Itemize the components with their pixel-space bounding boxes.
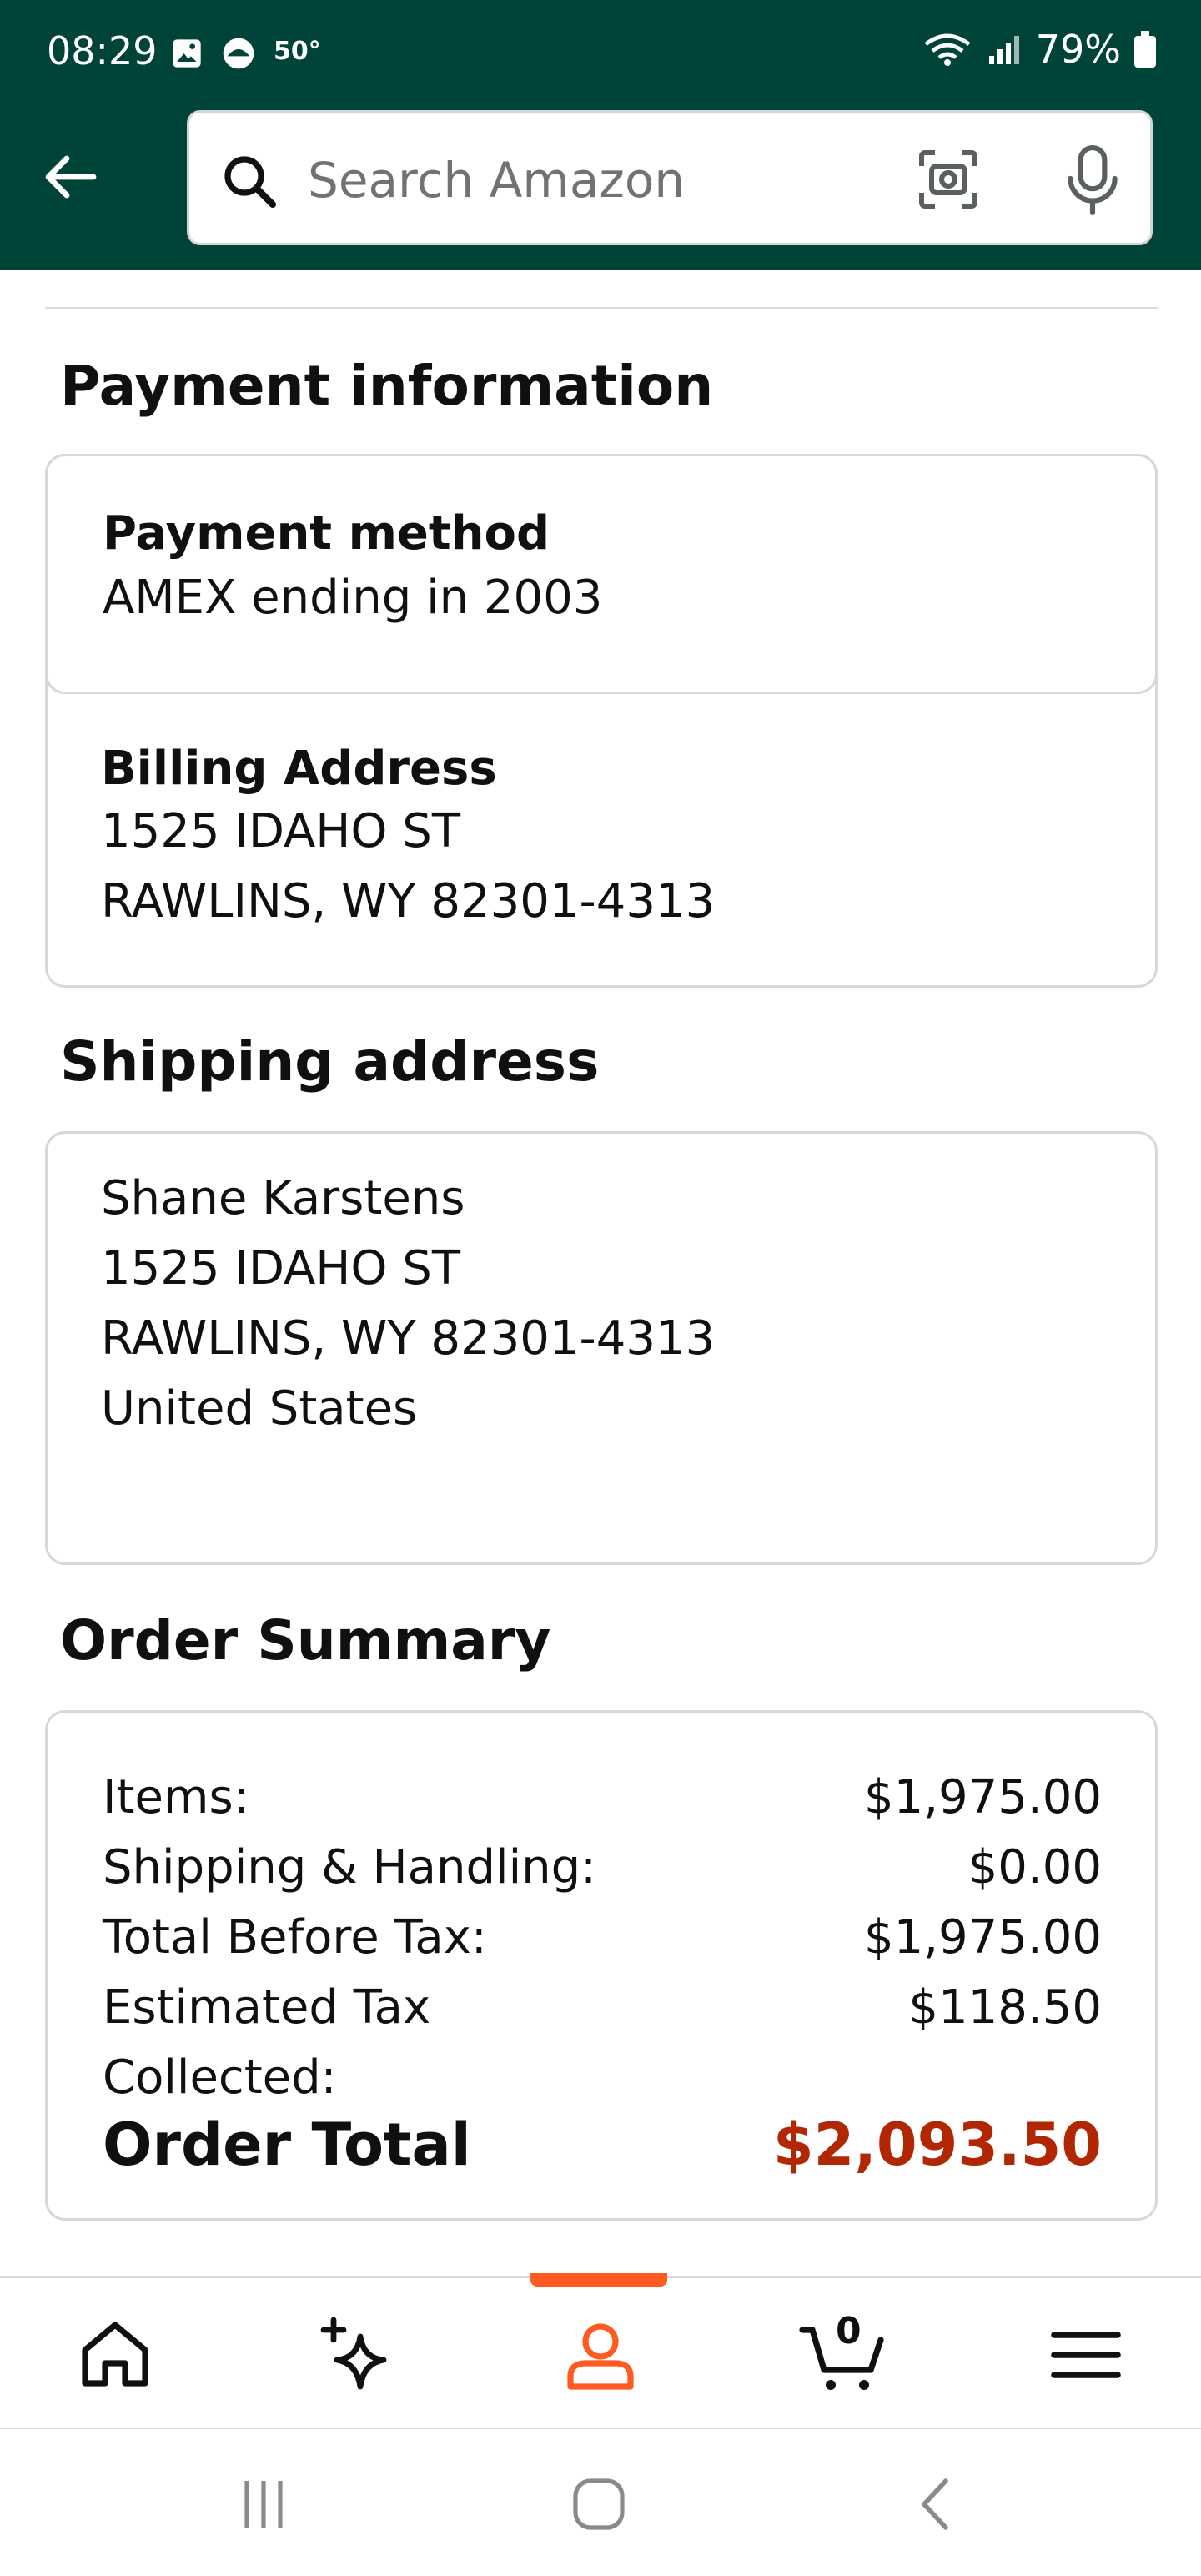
shipping-address-card: Shane Karstens 1525 IDAHO ST RAWLINS, WY… xyxy=(45,1131,1158,1565)
bottom-nav: 0 xyxy=(0,2273,1201,2428)
shipping-name: Shane Karstens xyxy=(101,1171,465,1225)
shipping-city: RAWLINS, WY 82301-4313 xyxy=(101,1311,716,1366)
status-time: 08:29 xyxy=(47,28,158,73)
summary-label: Items: xyxy=(103,1770,249,1824)
active-tab-indicator xyxy=(530,2273,667,2287)
gallery-icon xyxy=(173,39,201,68)
payment-method-value: AMEX ending in 2003 xyxy=(103,571,603,625)
weather-icon xyxy=(223,38,254,69)
search-bar[interactable] xyxy=(187,110,1153,245)
search-input[interactable] xyxy=(308,143,992,218)
summary-row: Shipping & Handling: $0.00 xyxy=(103,1833,1102,1903)
status-bar: 08:29 50° 79% xyxy=(0,0,1201,105)
summary-label: Total Before Tax: xyxy=(103,1910,487,1965)
payment-method-card[interactable]: Payment method AMEX ending in 2003 xyxy=(45,454,1158,694)
app-header: 08:29 50° 79% xyxy=(0,0,1201,270)
order-summary-card: Items: $1,975.00 Shipping & Handling: $0… xyxy=(45,1710,1158,2221)
account-icon[interactable] xyxy=(559,2313,642,2397)
microphone-icon[interactable] xyxy=(1058,144,1127,216)
shipping-country: United States xyxy=(101,1381,418,1436)
back-arrow-icon[interactable] xyxy=(37,143,103,210)
camera-scan-icon[interactable] xyxy=(915,146,982,213)
order-total-row: Order Total $2,093.50 xyxy=(103,2103,1102,2186)
divider xyxy=(45,307,1158,309)
home-icon[interactable] xyxy=(73,2313,157,2397)
cart-button[interactable]: 0 xyxy=(797,2310,889,2397)
battery-percent: 79% xyxy=(1035,27,1121,72)
payment-section-title: Payment information xyxy=(60,354,714,418)
status-temperature: 50° xyxy=(274,37,321,66)
battery-icon xyxy=(1134,31,1156,68)
summary-row: Items: $1,975.00 xyxy=(103,1763,1102,1833)
payment-method-label: Payment method xyxy=(103,506,550,561)
summary-value: $118.50 xyxy=(908,1980,1102,2035)
order-total-label: Order Total xyxy=(103,2111,471,2179)
shipping-street: 1525 IDAHO ST xyxy=(101,1241,461,1296)
summary-row: Estimated Tax $118.50 xyxy=(103,1973,1102,2043)
order-total-value: $2,093.50 xyxy=(772,2111,1102,2179)
cart-count: 0 xyxy=(836,2310,862,2352)
summary-label: Estimated Tax xyxy=(103,1980,431,2035)
recent-apps-icon[interactable] xyxy=(230,2471,297,2538)
order-summary-title: Order Summary xyxy=(60,1608,551,1673)
billing-address-label: Billing Address xyxy=(101,742,497,796)
wifi-icon xyxy=(924,33,971,66)
summary-value: $0.00 xyxy=(967,1840,1102,1894)
billing-address-line: 1525 IDAHO ST xyxy=(101,804,461,858)
search-icon xyxy=(224,156,276,208)
shipping-section-title: Shipping address xyxy=(60,1029,600,1094)
menu-icon[interactable] xyxy=(1044,2313,1128,2397)
summary-value: $1,975.00 xyxy=(863,1910,1102,1965)
summary-value: $1,975.00 xyxy=(863,1770,1102,1824)
system-nav-bar xyxy=(0,2428,1201,2576)
signal-icon xyxy=(988,36,1019,64)
billing-address-line: RAWLINS, WY 82301-4313 xyxy=(101,874,716,928)
payment-card: Payment method AMEX ending in 2003 Billi… xyxy=(45,454,1158,988)
summary-label: Shipping & Handling: xyxy=(103,1840,597,1894)
back-button-icon[interactable] xyxy=(902,2471,969,2538)
summary-row: Total Before Tax: $1,975.00 xyxy=(103,1903,1102,1973)
sparkle-icon[interactable] xyxy=(314,2313,397,2397)
home-button-icon[interactable] xyxy=(565,2471,632,2538)
